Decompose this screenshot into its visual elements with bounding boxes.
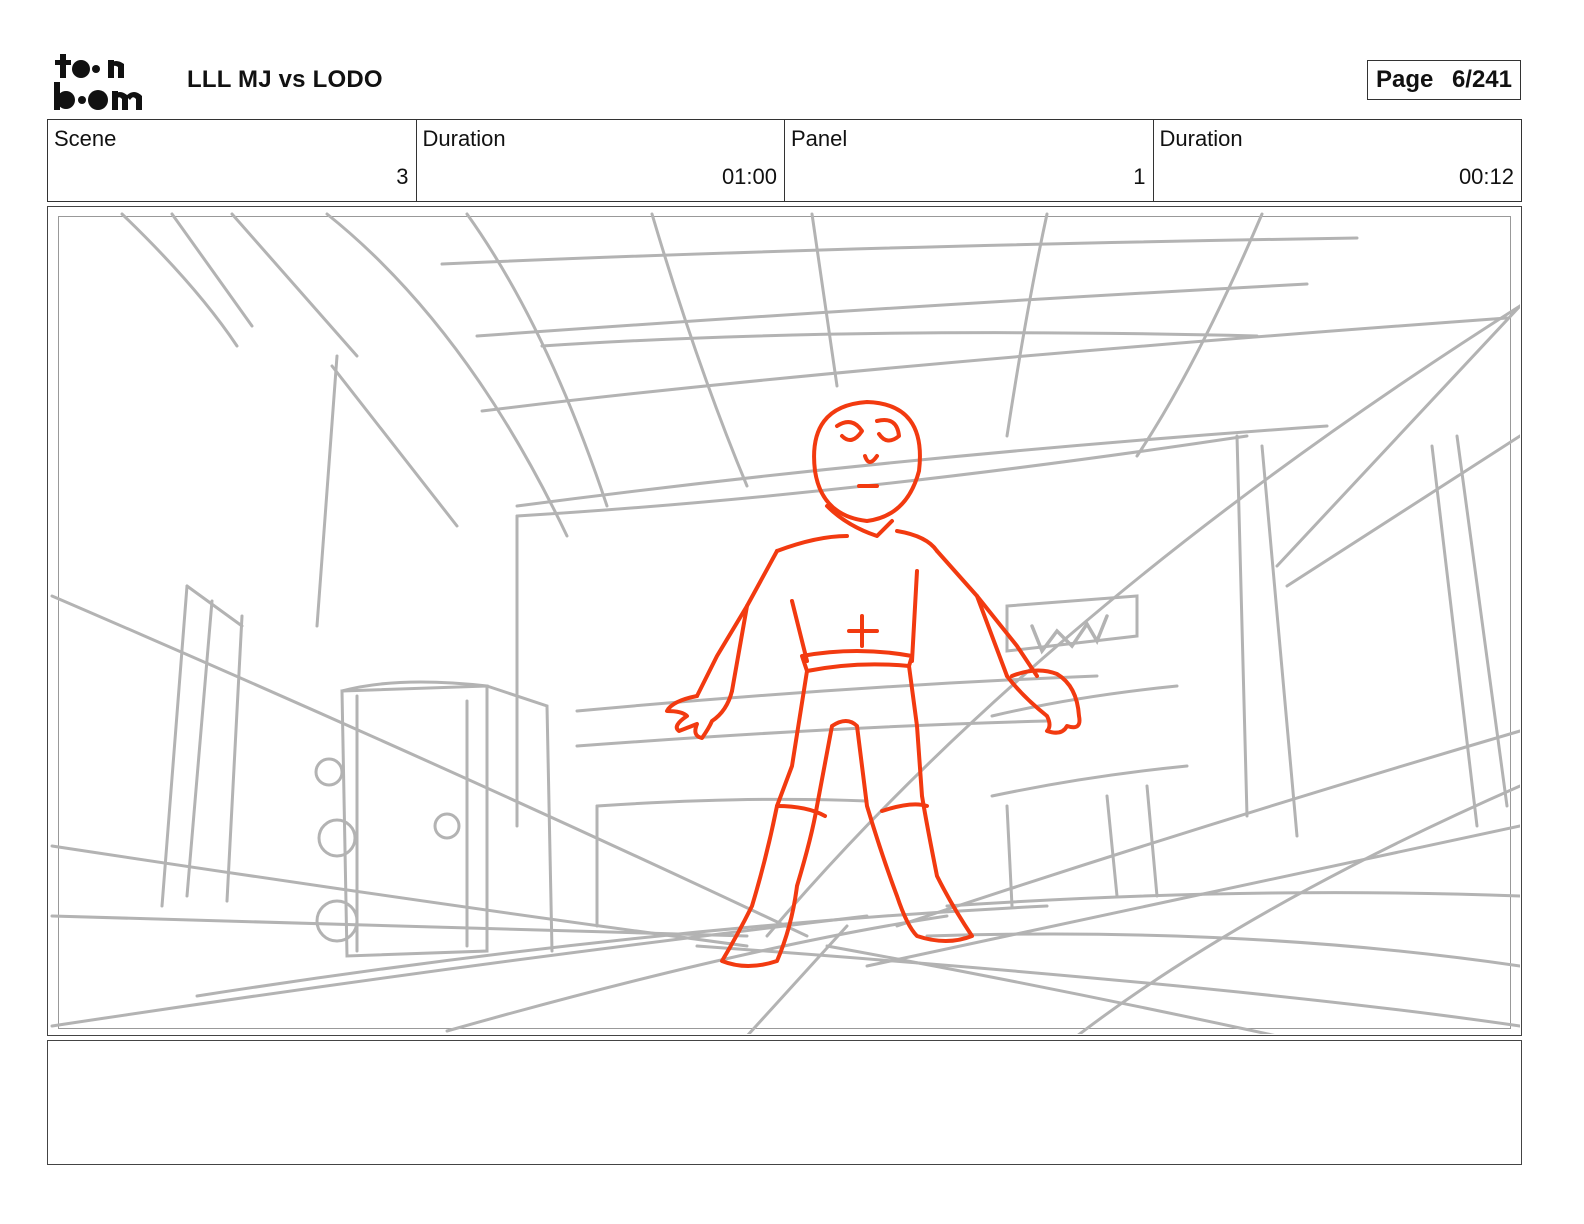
- panel-duration-value: 00:12: [1458, 164, 1514, 189]
- scene-duration-label: Duration: [422, 126, 506, 151]
- panel-value: 1: [1133, 164, 1146, 189]
- document-title: LLL MJ vs LODO: [187, 66, 383, 93]
- page-number: 6/241: [1451, 66, 1512, 93]
- scene-cell: Scene 3: [48, 120, 417, 201]
- panel-label: Panel: [791, 126, 848, 151]
- panel-duration-label: Duration: [1159, 126, 1243, 151]
- scene-duration-value: 01:00: [721, 164, 777, 189]
- background-sketch: [50, 212, 1520, 1034]
- scene-duration-cell: Duration 01:00: [417, 120, 785, 201]
- storyboard-sketch: [50, 212, 1520, 1034]
- page-label: Page: [1376, 66, 1434, 93]
- panel-info-table: Scene 3 Duration 01:00 Panel 1 Duration …: [47, 119, 1522, 202]
- panel-duration-cell: Duration 00:12: [1154, 120, 1522, 201]
- scene-label: Scene: [54, 126, 117, 151]
- action-notes-box[interactable]: [47, 1040, 1522, 1165]
- page-indicator: Page 6/241: [1367, 60, 1521, 100]
- character-sketch: [665, 400, 1082, 968]
- toon-boom-logo: [54, 54, 142, 110]
- panel-cell: Panel 1: [785, 120, 1154, 201]
- scene-value: 3: [396, 164, 409, 189]
